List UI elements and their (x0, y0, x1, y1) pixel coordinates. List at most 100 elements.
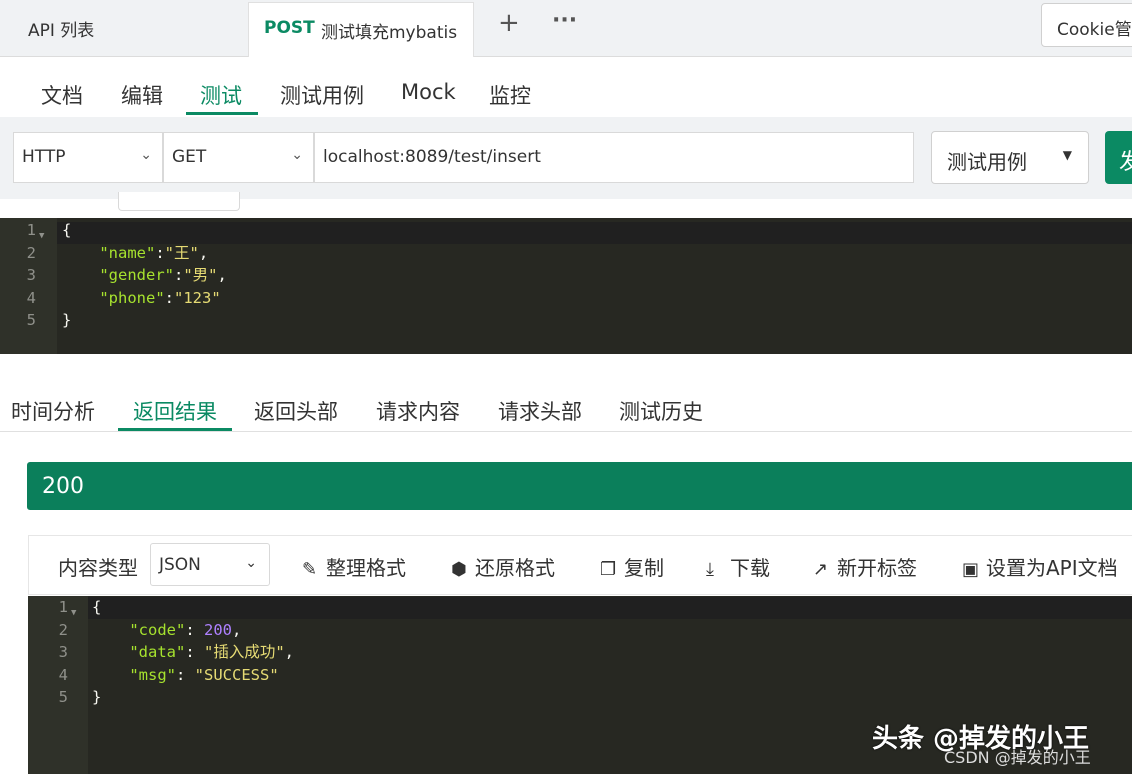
line-number: 3 (58, 643, 68, 662)
tab-test[interactable]: 测试 (200, 80, 242, 110)
line-number: 2 (58, 620, 68, 639)
code-line: "msg": "SUCCESS" (92, 664, 278, 687)
code-token: : (185, 643, 204, 662)
code-line: } (92, 686, 101, 709)
add-tab-icon[interactable]: + (498, 8, 520, 38)
tab-monitor[interactable]: 监控 (489, 80, 531, 110)
tab-edit[interactable]: 编辑 (121, 80, 163, 110)
pin-icon: ✎ (302, 559, 318, 580)
download-button[interactable]: ⤓ 下载 (706, 552, 770, 581)
test-case-dropdown[interactable]: 测试用例 ▼ (931, 131, 1089, 184)
send-button[interactable]: 发送 (1105, 131, 1132, 184)
code-token: , (198, 243, 209, 262)
tabs-divider (0, 431, 1132, 432)
copy-button[interactable]: ❐ 复制 (600, 552, 664, 581)
download-icon: ⤓ (706, 559, 714, 580)
fold-caret-icon[interactable]: ▼ (71, 602, 76, 625)
code-token: { (62, 221, 72, 239)
set-api-doc-button[interactable]: ▣ 设置为API文档 (962, 552, 1118, 581)
code-token: , (217, 266, 227, 285)
code-token: "gender" (99, 266, 174, 285)
tab-test-cases[interactable]: 测试用例 (280, 80, 364, 110)
restore-button[interactable]: ⬢ 还原格式 (451, 552, 555, 581)
tab-response-headers[interactable]: 返回头部 (254, 396, 338, 426)
new-tab-button[interactable]: ↗ 新开标签 (813, 552, 917, 581)
code-token: "插入成功" (204, 643, 285, 662)
active-response-tab-indicator (118, 428, 232, 431)
code-token: "msg" (129, 665, 176, 684)
code-line: { (92, 596, 101, 619)
code-token: , (232, 620, 242, 639)
line-number: 3 (26, 266, 36, 285)
tab-doc[interactable]: 文档 (41, 80, 83, 110)
hidden-tab-box (118, 192, 240, 211)
line-number: 4 (58, 665, 68, 684)
download-label: 下载 (730, 556, 770, 580)
more-icon[interactable]: ··· (552, 8, 577, 33)
chevron-down-icon: ⌄ (291, 147, 303, 163)
content-type-select[interactable]: JSON ⌄ (150, 543, 270, 586)
code-token: "data" (129, 643, 186, 662)
line-number: 5 (58, 688, 68, 707)
test-case-label: 测试用例 (947, 150, 1027, 174)
format-button[interactable]: ✎ 整理格式 (302, 552, 406, 581)
chevron-down-icon: ⌄ (245, 555, 257, 571)
tab-title-label: 测试填充mybatis (321, 23, 458, 43)
line-number: 1 (26, 221, 36, 239)
tab-request-content[interactable]: 请求内容 (376, 396, 460, 426)
code-line: "code": 200, (92, 619, 241, 642)
code-line: "gender":"男", (62, 264, 227, 287)
cube-icon: ⬢ (451, 559, 467, 580)
code-token: "phone" (99, 288, 165, 307)
set-api-doc-label: 设置为API文档 (986, 556, 1118, 580)
content-type-label: 内容类型 (58, 556, 138, 580)
code-token: : (155, 243, 165, 262)
save-icon: ▣ (962, 559, 980, 580)
url-input[interactable]: localhost:8089/test/insert (314, 132, 914, 183)
tab-response-result[interactable]: 返回结果 (133, 396, 217, 426)
request-body-editor[interactable]: 1 2 3 4 5 ▼{ "name":"王", "gender":"男", "phone… (0, 218, 1132, 354)
code-token: : (176, 665, 195, 684)
copy-icon: ❐ (600, 559, 617, 580)
code-line: } (62, 309, 71, 332)
code-token: "name" (99, 243, 156, 262)
code-token: : (164, 288, 174, 307)
method-select[interactable]: GET ⌄ (163, 132, 314, 183)
code-token: "code" (129, 620, 186, 639)
tab-request-headers[interactable]: 请求头部 (498, 396, 582, 426)
status-banner: 200 (27, 462, 1132, 510)
chevron-down-icon: ⌄ (140, 147, 152, 163)
cookie-label: Cookie管理 (1057, 20, 1132, 40)
active-tab-indicator (186, 112, 258, 115)
tab-active-request[interactable]: POST 测试填充mybatis (248, 2, 474, 57)
cookie-manage-button[interactable]: Cookie管理 (1041, 3, 1132, 47)
code-line: "data": "插入成功", (92, 641, 294, 664)
fold-caret-icon[interactable]: ▼ (39, 225, 44, 248)
line-number: 5 (26, 311, 36, 330)
status-code: 200 (42, 474, 84, 499)
code-line: "name":"王", (62, 242, 208, 265)
protocol-select[interactable]: HTTP ⌄ (13, 132, 163, 183)
external-link-icon: ↗ (813, 559, 829, 580)
tab-api-list[interactable]: API 列表 (28, 16, 94, 41)
method-value: GET (172, 147, 207, 167)
line-number: 2 (26, 243, 36, 262)
code-token: 200 (204, 620, 232, 639)
new-tab-label: 新开标签 (837, 556, 917, 580)
code-token: : (173, 266, 184, 285)
code-token: : (185, 620, 204, 639)
line-number: 1 (58, 598, 68, 616)
tab-mock[interactable]: Mock (401, 80, 456, 104)
url-value: localhost:8089/test/insert (323, 147, 541, 167)
active-line (88, 597, 1132, 619)
content-type-value: JSON (159, 555, 201, 575)
code-token: "男" (183, 266, 218, 285)
tab-timing[interactable]: 时间分析 (11, 396, 95, 426)
code-token: } (62, 311, 72, 330)
tab-test-history[interactable]: 测试历史 (619, 396, 703, 426)
code-token: { (92, 598, 102, 616)
